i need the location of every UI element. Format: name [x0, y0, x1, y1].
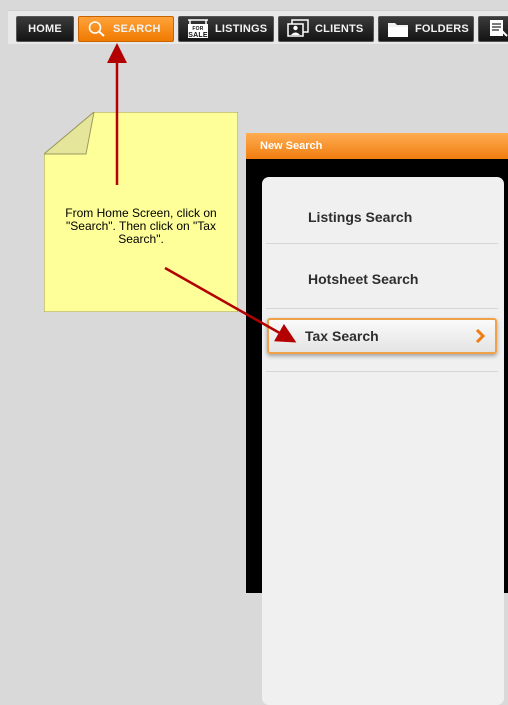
instruction-arrows — [107, 43, 297, 343]
arrow-to-tax-search — [164, 266, 297, 343]
